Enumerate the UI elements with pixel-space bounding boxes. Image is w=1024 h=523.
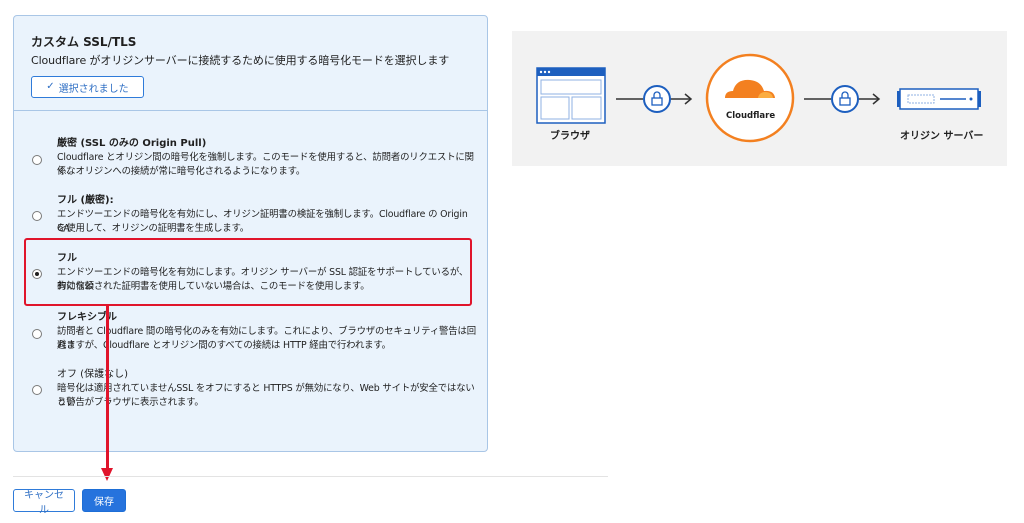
option-desc-line2: を使用して、オリジンの証明書を生成します。 [57,223,250,234]
browser-label: ブラウザ [550,131,590,142]
radio-flexible[interactable] [32,329,42,339]
diagram-graphic [536,53,981,143]
cancel-button[interactable]: キャンセル [13,489,75,516]
option-desc-line2: う警告がブラウザに表示されます。 [57,397,204,408]
option-label: オフ (保護なし) [57,369,128,380]
panel-title: カスタム SSL/TLS [31,35,137,49]
lock-icon [643,85,671,113]
radio-full-strict[interactable] [32,211,42,221]
annotation-arrow-line [106,306,109,470]
cloudflare-label: Cloudflare [726,111,776,121]
server-icon [897,88,981,110]
radio-off[interactable] [32,385,42,395]
selected-button[interactable]: ✓ 選択されました [31,76,144,98]
lock-icon [831,85,859,113]
selected-button-label: 選択されました [58,83,129,95]
option-desc-line2: 的に信頼された証明書を使用していない場合は、このモードを使用します。 [57,281,370,292]
radio-strict-ssl-only[interactable] [32,155,42,165]
origin-server-label: オリジン サーバー [900,131,984,142]
radio-full[interactable] [32,269,42,279]
option-label: フル [57,253,77,264]
panel-header: カスタム SSL/TLS Cloudflare がオリジンサーバーに接続するため… [14,16,487,111]
browser-window-icon [536,67,606,124]
panel-description: Cloudflare がオリジンサーバーに接続するために使用する暗号化モードを選… [31,54,450,67]
option-label: フル (厳密): [57,195,114,206]
option-desc-line2: れますが、Cloudflare とオリジン間のすべての接続は HTTP 経由で行… [57,340,391,351]
footer-divider [13,476,608,477]
save-button[interactable]: 保存 [82,489,126,512]
check-icon: ✓ [46,81,55,92]
annotation-arrow-head [101,468,113,481]
ssl-mode-panel: カスタム SSL/TLS Cloudflare がオリジンサーバーに接続するため… [13,15,488,452]
option-desc-line2: く、オリジンへの接続が常に暗号化されるようになります。 [57,166,306,177]
encryption-diagram: ブラウザ Cloudflare オリジン サーバー [512,31,1007,166]
option-label: 厳密 (SSL のみの Origin Pull) [57,138,207,149]
cloudflare-cloud-icon [705,53,795,143]
